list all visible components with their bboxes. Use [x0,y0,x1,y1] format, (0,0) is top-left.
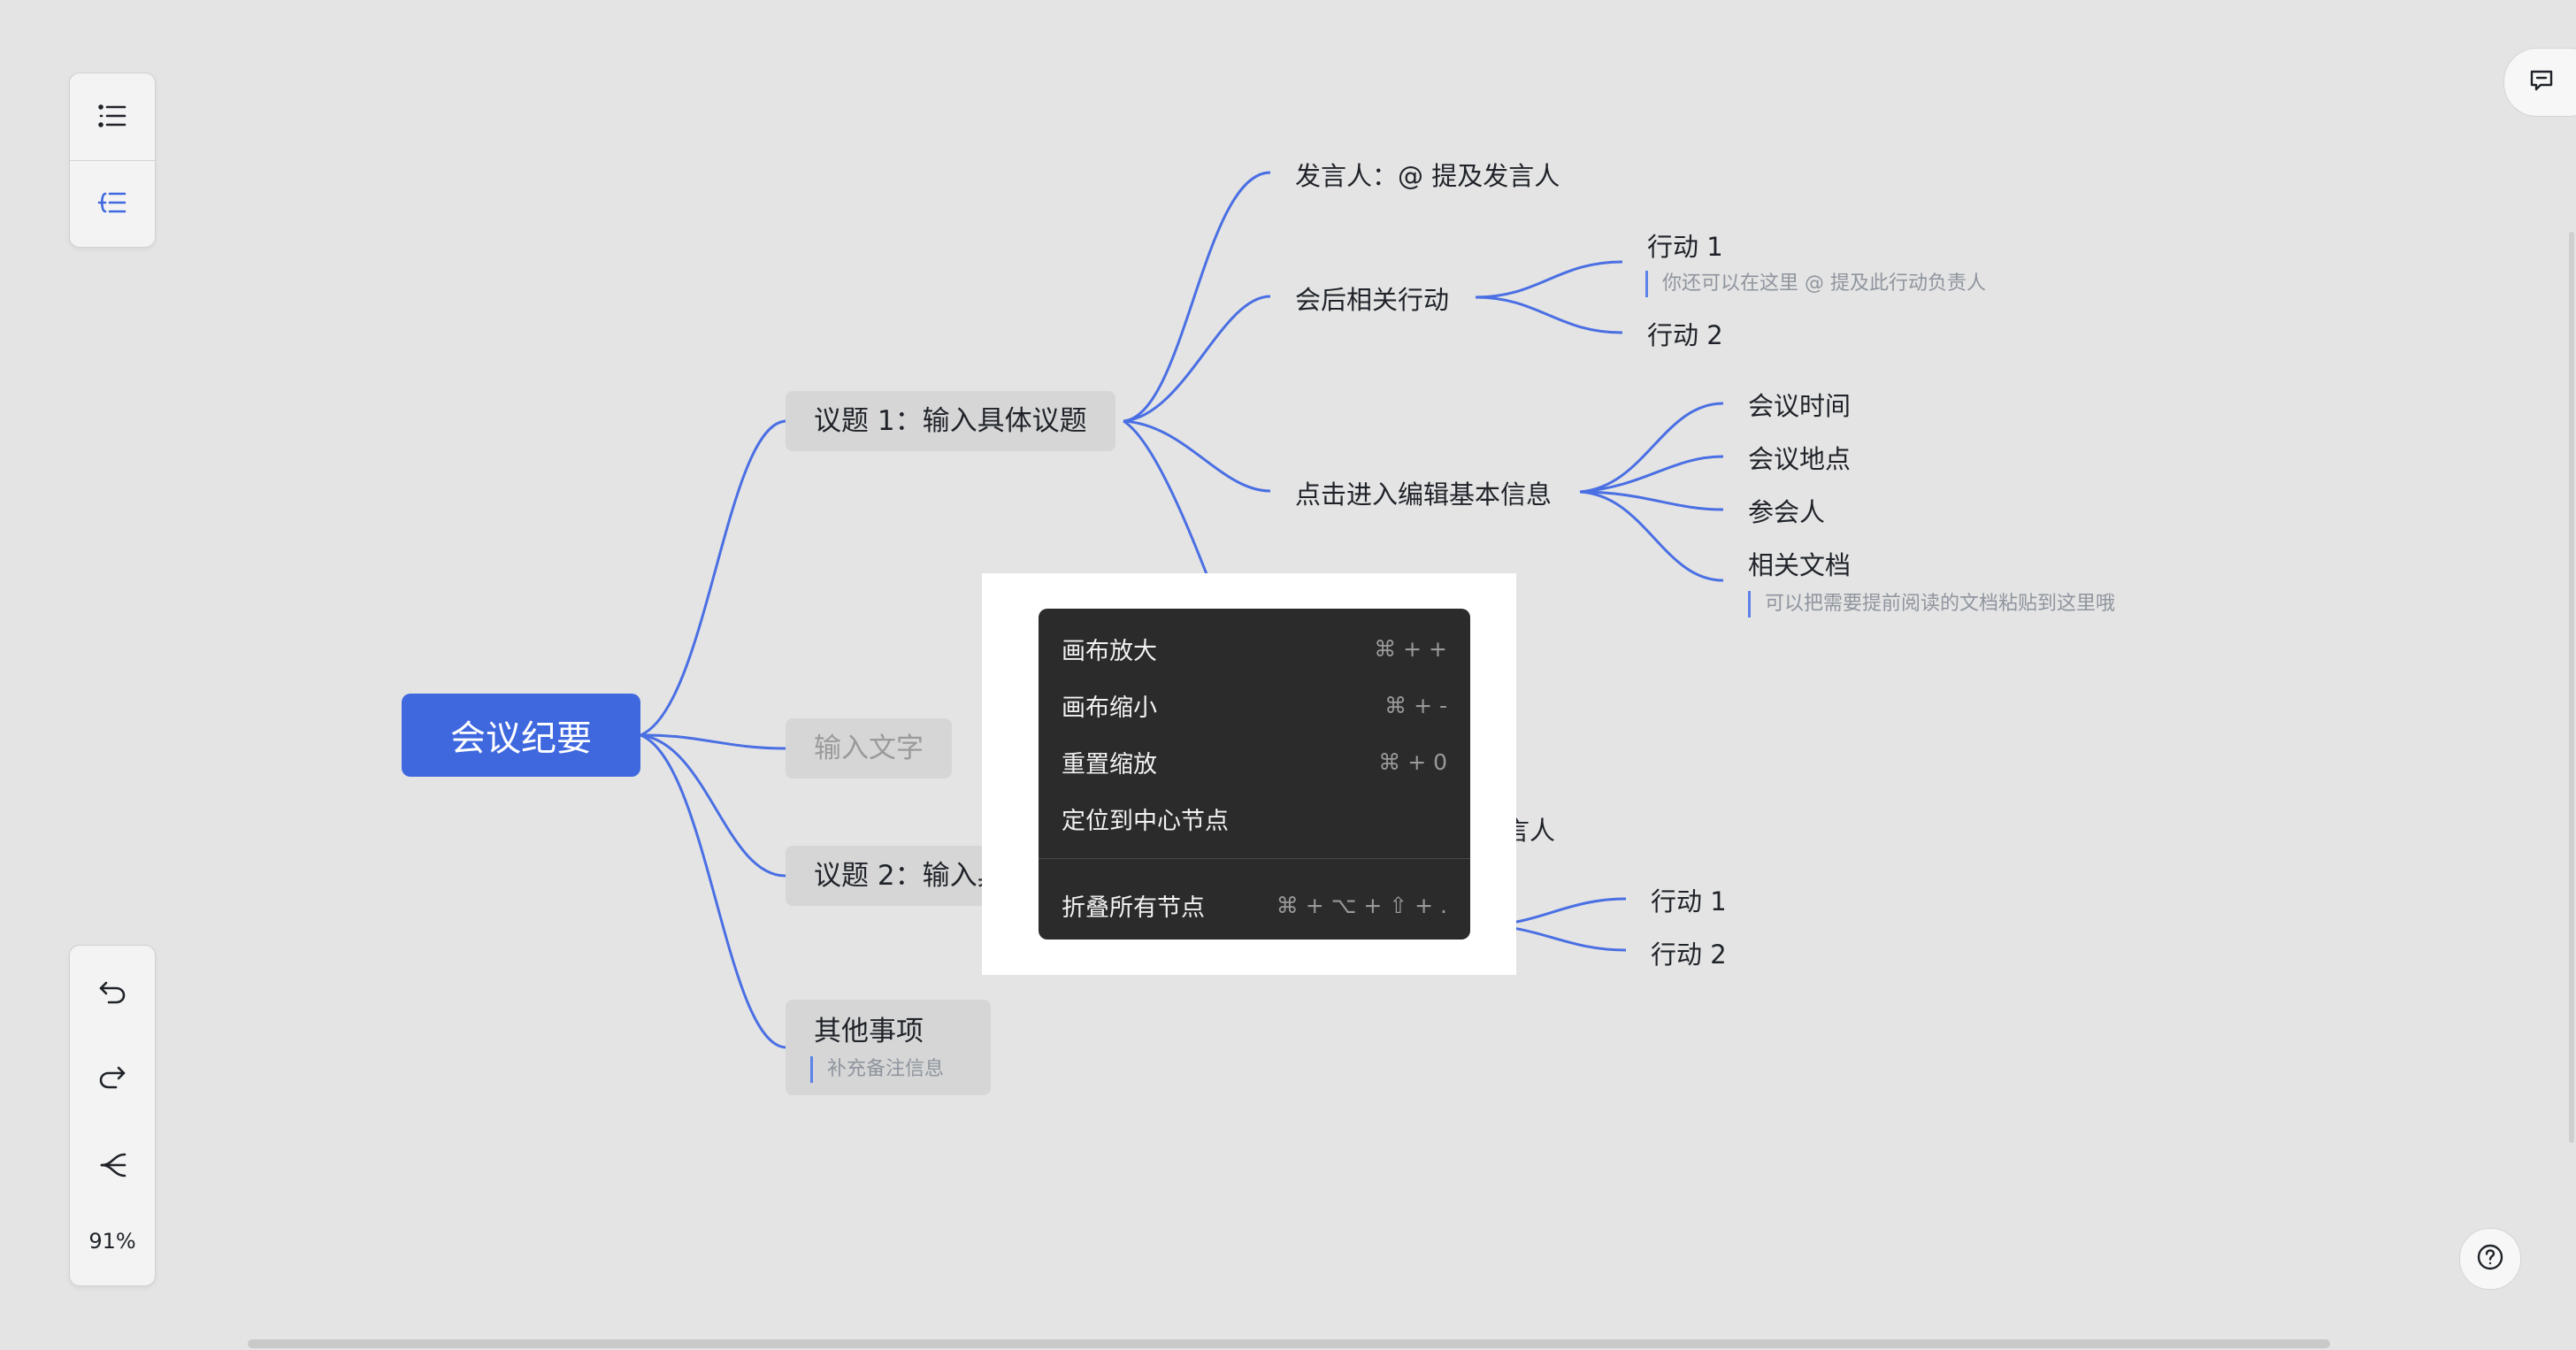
related-docs-node[interactable]: 相关文档 [1748,545,1851,582]
redo-icon[interactable] [70,1034,155,1119]
menu-zoom-in[interactable]: 画布放大 ⌘ + + [1062,624,1447,673]
horizontal-scrollbar[interactable] [248,1339,2330,1348]
input-text-node[interactable]: 输入文字 [786,718,952,779]
other-label: 其他事项 [814,1016,924,1047]
help-icon [2476,1243,2504,1275]
menu-divider [1039,858,1470,859]
speaker-node[interactable]: 发言人：@ 提及发言人 [1295,156,1560,193]
menu-collapse-all-shortcut: ⌘ + ⌥ + ⇧ + . [1276,892,1447,918]
action-2-node[interactable]: 行动 2 [1647,315,1723,352]
edit-toolbar: 91% [69,945,156,1286]
menu-reset-zoom-shortcut: ⌘ + 0 [1378,748,1447,775]
root-node[interactable]: 会议纪要 [402,694,640,777]
participants-node[interactable]: 参会人 [1748,492,1825,529]
meeting-time-node[interactable]: 会议时间 [1748,386,1851,423]
menu-zoom-out[interactable]: 画布缩小 ⌘ + - [1062,680,1447,730]
menu-collapse-all-label: 折叠所有节点 [1062,894,1205,922]
undo-icon[interactable] [70,949,155,1034]
action-1-note: 你还可以在这里 @ 提及此行动负责人 [1645,271,1986,297]
menu-zoom-in-label: 画布放大 [1062,637,1157,665]
comment-button[interactable] [2503,48,2576,117]
topic-1-node[interactable]: 议题 1：输入具体议题 [786,391,1116,451]
menu-collapse-all[interactable]: 折叠所有节点 ⌘ + ⌥ + ⇧ + . [1062,880,1447,930]
menu-reset-zoom[interactable]: 重置缩放 ⌘ + 0 [1062,737,1447,786]
menu-zoom-out-shortcut: ⌘ + - [1384,692,1447,718]
mindmap-canvas[interactable]: 会议纪要 议题 1：输入具体议题 输入文字 议题 2：输入具体 其他事项 补充备… [0,0,2576,1350]
topic-2-action-1-node[interactable]: 行动 1 [1651,881,1727,918]
other-note: 补充备注信息 [810,1056,944,1083]
menu-center-root-label: 定位到中心节点 [1062,807,1229,835]
menu-reset-zoom-label: 重置缩放 [1062,750,1157,779]
outline-icon[interactable] [70,73,155,158]
topic-2-action-2-node[interactable]: 行动 2 [1651,934,1727,971]
context-menu: 画布放大 ⌘ + + 画布缩小 ⌘ + - 重置缩放 ⌘ + 0 定位到中心节点… [1039,609,1470,940]
comment-icon [2528,67,2555,97]
vertical-scrollbar[interactable] [2569,232,2574,1143]
layout-icon[interactable] [70,160,155,245]
related-docs-note: 可以把需要提前阅读的文档粘贴到这里哦 [1748,591,2115,617]
zoom-level[interactable]: 91% [70,1229,155,1254]
help-button[interactable] [2459,1228,2521,1290]
menu-zoom-in-shortcut: ⌘ + + [1374,635,1447,662]
structure-icon[interactable] [70,1123,155,1208]
basic-info-node[interactable]: 点击进入编辑基本信息 [1295,474,1552,511]
view-toolbar [69,73,156,248]
followup-node[interactable]: 会后相关行动 [1295,280,1449,317]
other-node[interactable]: 其他事项 补充备注信息 [786,1000,991,1095]
action-1-node[interactable]: 行动 1 [1647,226,1723,264]
menu-zoom-out-label: 画布缩小 [1062,694,1157,722]
menu-center-root[interactable]: 定位到中心节点 [1062,794,1447,843]
meeting-place-node[interactable]: 会议地点 [1748,439,1851,476]
